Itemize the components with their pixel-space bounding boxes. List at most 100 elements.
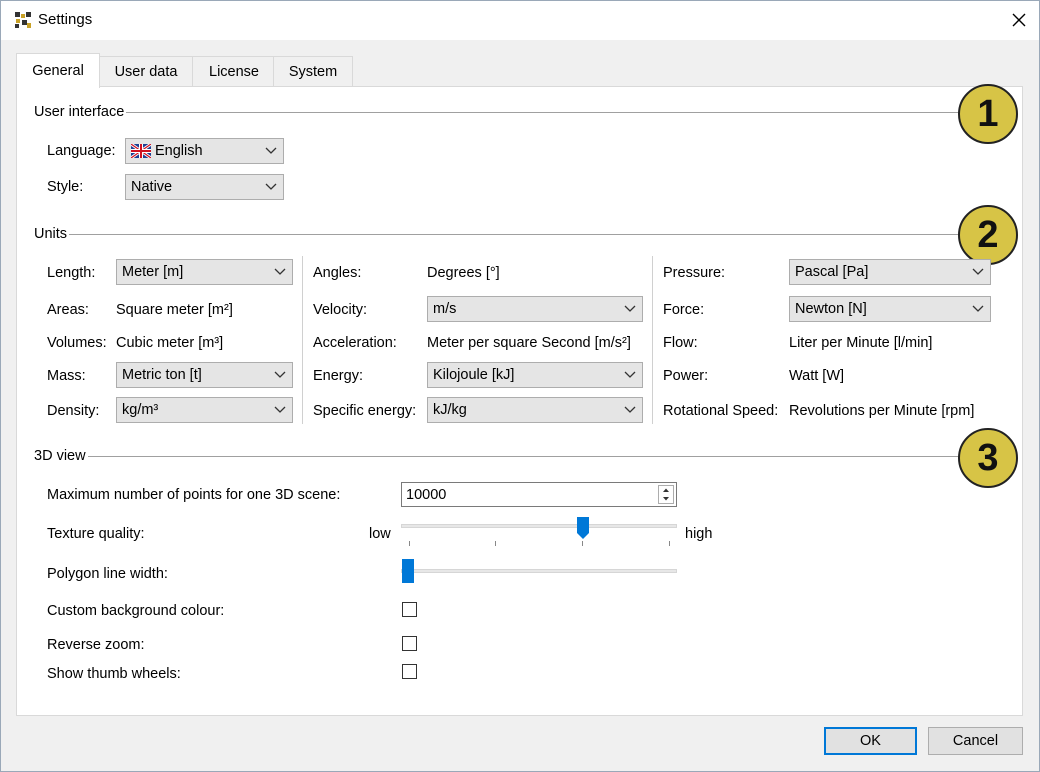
app-icon bbox=[14, 11, 32, 29]
unit-label: Acceleration: bbox=[313, 335, 397, 351]
unit-label: Power: bbox=[663, 368, 709, 384]
max-points-value: 10000 bbox=[406, 486, 447, 503]
chevron-down-icon bbox=[972, 268, 984, 275]
unit-select-value: Kilojoule [kJ] bbox=[433, 367, 515, 383]
unit-label: Specific energy: bbox=[313, 403, 417, 419]
group-divider bbox=[34, 112, 962, 113]
uk-flag-icon bbox=[131, 144, 151, 158]
spin-up-icon bbox=[663, 488, 669, 492]
chevron-down-icon bbox=[274, 371, 286, 378]
chevron-down-icon bbox=[265, 183, 277, 190]
unit-label: Areas: bbox=[47, 302, 89, 318]
ok-button[interactable]: OK bbox=[824, 727, 917, 755]
chevron-down-icon bbox=[274, 406, 286, 413]
unit-select[interactable]: kJ/kg bbox=[427, 397, 643, 423]
polygon-width-label: Polygon line width: bbox=[47, 566, 168, 582]
callout-badge-2: 2 bbox=[958, 205, 1018, 265]
texture-quality-thumb[interactable] bbox=[576, 516, 590, 544]
tab-system[interactable]: System bbox=[273, 56, 353, 87]
unit-select-value: kg/m³ bbox=[122, 402, 159, 418]
unit-value: Meter per square Second [m/s²] bbox=[427, 335, 631, 351]
unit-select[interactable]: Newton [N] bbox=[789, 296, 991, 322]
custom-bg-label: Custom background colour: bbox=[47, 603, 225, 619]
close-button[interactable] bbox=[1004, 6, 1034, 34]
group-title-3d-view: 3D view bbox=[34, 448, 88, 464]
unit-select-value: kJ/kg bbox=[433, 402, 467, 418]
callout-badge-3: 3 bbox=[958, 428, 1018, 488]
unit-value: Revolutions per Minute [rpm] bbox=[789, 403, 975, 419]
unit-select[interactable]: kg/m³ bbox=[116, 397, 293, 423]
language-label: Language: bbox=[47, 143, 116, 159]
thumb-wheels-label: Show thumb wheels: bbox=[47, 666, 181, 682]
chevron-down-icon bbox=[624, 305, 636, 312]
spin-down-icon bbox=[663, 497, 669, 501]
tab-license[interactable]: License bbox=[192, 56, 276, 87]
unit-label: Pressure: bbox=[663, 265, 726, 281]
chevron-down-icon bbox=[265, 147, 277, 154]
column-separator bbox=[652, 256, 653, 424]
texture-quality-track[interactable] bbox=[401, 524, 677, 528]
texture-low-label: low bbox=[369, 526, 391, 542]
unit-label: Density: bbox=[47, 403, 100, 419]
style-value: Native bbox=[131, 179, 173, 195]
style-label: Style: bbox=[47, 179, 84, 195]
texture-high-label: high bbox=[685, 526, 713, 542]
group-divider bbox=[34, 234, 962, 235]
close-icon bbox=[1012, 13, 1026, 27]
chevron-down-icon bbox=[624, 371, 636, 378]
unit-label: Energy: bbox=[313, 368, 363, 384]
style-select[interactable]: Native bbox=[125, 174, 284, 200]
unit-label: Length: bbox=[47, 265, 96, 281]
cancel-button[interactable]: Cancel bbox=[928, 727, 1023, 755]
tab-user-data[interactable]: User data bbox=[97, 56, 195, 87]
unit-select-value: Metric ton [t] bbox=[122, 367, 202, 383]
reverse-zoom-checkbox[interactable] bbox=[402, 636, 417, 651]
chevron-down-icon bbox=[274, 268, 286, 275]
chevron-down-icon bbox=[624, 406, 636, 413]
texture-quality-label: Texture quality: bbox=[47, 526, 145, 542]
unit-value: Watt [W] bbox=[789, 368, 845, 384]
unit-select[interactable]: m/s bbox=[427, 296, 643, 322]
unit-select-value: m/s bbox=[433, 301, 457, 317]
callout-badge-1: 1 bbox=[958, 84, 1018, 144]
title-bar bbox=[0, 0, 1040, 40]
language-value: English bbox=[155, 143, 203, 159]
unit-label: Flow: bbox=[663, 335, 698, 351]
window-title: Settings bbox=[38, 11, 93, 28]
group-divider bbox=[34, 456, 962, 457]
slider-tick bbox=[495, 541, 496, 546]
unit-label: Velocity: bbox=[313, 302, 367, 318]
spin-buttons[interactable] bbox=[658, 485, 674, 504]
unit-label: Force: bbox=[663, 302, 705, 318]
slider-tick bbox=[669, 541, 670, 546]
tab-label: User data bbox=[114, 64, 178, 80]
max-points-spinbox[interactable]: 10000 bbox=[401, 482, 677, 507]
max-points-label: Maximum number of points for one 3D scen… bbox=[47, 487, 341, 503]
chevron-down-icon bbox=[972, 305, 984, 312]
unit-label: Volumes: bbox=[47, 335, 107, 351]
unit-select-value: Pascal [Pa] bbox=[795, 264, 869, 280]
unit-label: Rotational Speed: bbox=[663, 403, 779, 419]
language-select[interactable]: English bbox=[125, 138, 284, 164]
slider-tick bbox=[409, 541, 410, 546]
polygon-width-track[interactable] bbox=[401, 569, 677, 573]
tab-label: System bbox=[288, 64, 338, 80]
unit-value: Degrees [°] bbox=[427, 265, 500, 281]
unit-select[interactable]: Pascal [Pa] bbox=[789, 259, 991, 285]
unit-select[interactable]: Kilojoule [kJ] bbox=[427, 362, 643, 388]
custom-bg-checkbox[interactable] bbox=[402, 602, 417, 617]
unit-select-value: Newton [N] bbox=[795, 301, 867, 317]
unit-value: Liter per Minute [l/min] bbox=[789, 335, 933, 351]
unit-value: Square meter [m²] bbox=[116, 302, 233, 318]
tab-label: License bbox=[209, 64, 259, 80]
unit-select[interactable]: Meter [m] bbox=[116, 259, 293, 285]
group-title-user-interface: User interface bbox=[34, 104, 127, 120]
tab-label: General bbox=[32, 63, 84, 79]
tab-general[interactable]: General bbox=[16, 53, 100, 88]
column-separator bbox=[302, 256, 303, 424]
thumb-wheels-checkbox[interactable] bbox=[402, 664, 417, 679]
unit-label: Angles: bbox=[313, 265, 362, 281]
group-title-units: Units bbox=[34, 226, 70, 242]
unit-select[interactable]: Metric ton [t] bbox=[116, 362, 293, 388]
polygon-width-thumb[interactable] bbox=[402, 559, 414, 583]
